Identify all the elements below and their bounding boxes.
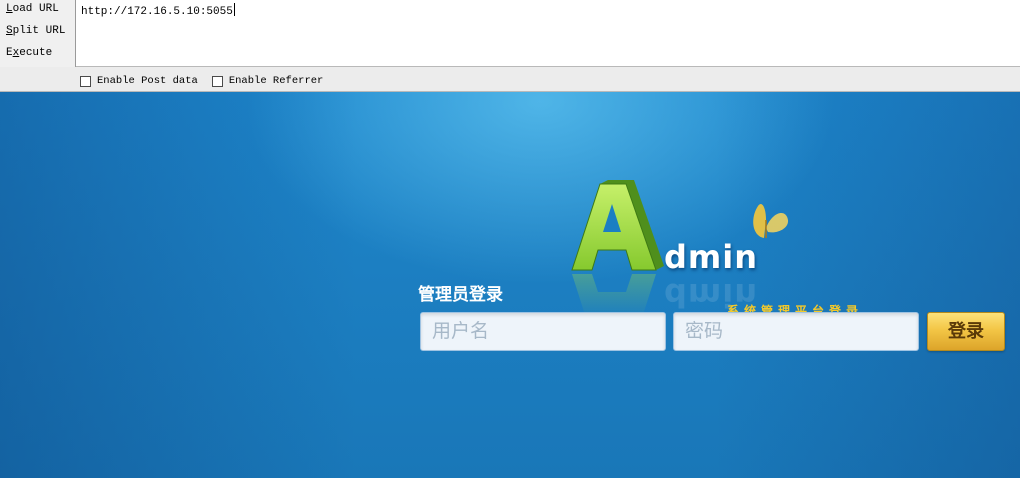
load-url-button[interactable]: Load URL (0, 0, 75, 22)
referrer-label: Enable Referrer (228, 75, 324, 87)
butterfly-icon (753, 203, 789, 238)
url-value: http://172.16.5.10:5055 (81, 3, 235, 18)
hackbar-options: Enable Post data Enable Referrer (80, 74, 337, 88)
url-textarea[interactable]: http://172.16.5.10:5055 (76, 0, 1020, 67)
logo-text: dmin (664, 238, 758, 276)
enable-referrer-option[interactable]: Enable Referrer (211, 75, 324, 87)
admin-logo: dmin dmin 系统管理平台登录 (552, 180, 892, 330)
username-input[interactable]: 用户名 (420, 312, 666, 351)
logo-letter-a-icon (571, 180, 664, 318)
hackbar-side-buttons: Load URL Split URL Execute (0, 0, 76, 67)
post-data-label: Enable Post data (97, 75, 198, 87)
hackbar-toolbar: Load URL Split URL Execute http://172.16… (0, 0, 1020, 92)
enable-post-data-option[interactable]: Enable Post data (80, 75, 198, 87)
post-data-checkbox[interactable] (80, 75, 91, 87)
execute-button[interactable]: Execute (0, 44, 75, 66)
login-page: dmin dmin 系统管理平台登录 管理员登录 用户名 密码 登录 (0, 92, 1020, 478)
login-title: 管理员登录 (418, 285, 503, 305)
text-caret (233, 3, 235, 16)
referrer-checkbox[interactable] (211, 75, 223, 87)
split-url-button[interactable]: Split URL (0, 22, 75, 44)
login-button[interactable]: 登录 (927, 312, 1005, 351)
password-input[interactable]: 密码 (673, 312, 919, 351)
